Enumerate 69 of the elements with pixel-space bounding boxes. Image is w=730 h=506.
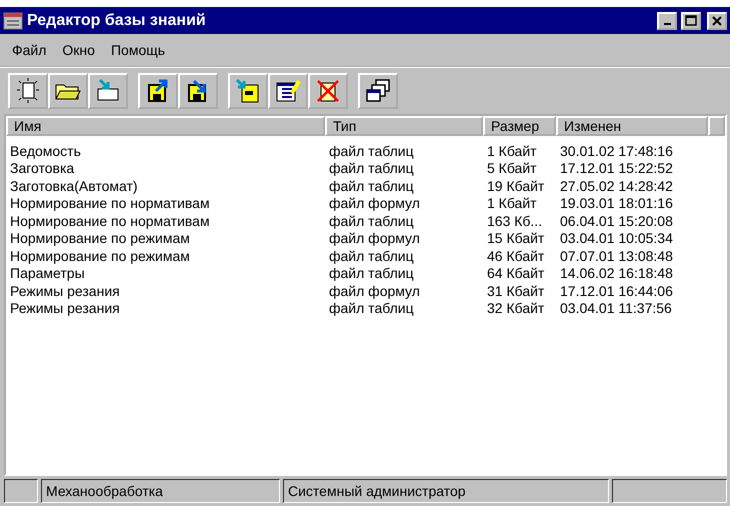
name-cell[interactable]: Заготовка <box>6 160 325 176</box>
status-text: Механообработка <box>41 479 280 503</box>
size-cell-text: 19 Кбайт <box>486 178 546 194</box>
modified-cell-text: 03.04.01 10:05:34 <box>559 230 674 246</box>
type-cell-text: файл таблиц <box>328 248 415 264</box>
column-header[interactable]: Имя <box>6 116 325 136</box>
toolbar-button[interactable] <box>358 73 398 109</box>
status-text: Системный администратор <box>283 479 609 503</box>
name-cell[interactable]: Режимы резания <box>6 282 325 299</box>
modified-cell-text: 19.03.01 18:01:16 <box>559 195 674 212</box>
column-header[interactable]: Изменен <box>556 116 708 136</box>
maximize-icon <box>685 14 697 26</box>
modified-cell-text: 06.04.01 15:20:08 <box>559 212 674 229</box>
maximize-button[interactable] <box>681 12 701 30</box>
type-cell-text: файл таблиц <box>328 212 415 229</box>
toolbar-button[interactable] <box>178 73 218 109</box>
app-icon <box>3 12 23 30</box>
cascade-windows-icon <box>364 77 392 105</box>
size-cell-text: 32 Кбайт <box>486 300 546 316</box>
status-pane <box>4 479 38 503</box>
type-cell-text: файл таблиц <box>328 178 415 194</box>
size-cell-text: 15 Кбайт <box>486 230 546 246</box>
size-cell-text: 31 Кбайт <box>486 282 546 299</box>
window-title: Редактор базы знаний <box>27 12 207 30</box>
size-cell-text: 5 Кбайт <box>486 160 538 176</box>
menu-item[interactable]: Окно <box>54 42 103 58</box>
type-cell-text: файл формул <box>328 230 421 246</box>
size-cell-text: 1 Кбайт <box>486 195 538 212</box>
column-header[interactable]: Размер <box>483 116 556 136</box>
toolbar-button[interactable] <box>88 73 128 109</box>
name-cell[interactable]: Ведомость <box>6 142 325 159</box>
size-cell-text: 46 Кбайт <box>486 248 546 264</box>
toolbar-button[interactable] <box>308 73 348 109</box>
modified-cell-text: 14.06.02 16:18:48 <box>559 265 674 282</box>
name-cell[interactable]: Нормирование по режимам <box>6 230 325 246</box>
size-cell-text: 163 Кб... <box>486 212 544 229</box>
menu-item[interactable]: Помощь <box>102 42 174 58</box>
minimize-icon <box>664 23 670 25</box>
size-cell-text: 1 Кбайт <box>486 142 538 159</box>
modified-cell-text: 30.01.02 17:48:16 <box>559 142 674 159</box>
close-button[interactable] <box>707 12 727 30</box>
name-cell[interactable]: Нормирование по режимам <box>6 248 325 264</box>
type-cell-text: файл формул <box>328 195 421 212</box>
sparkling-page-icon <box>14 77 42 105</box>
close-icon <box>712 16 722 26</box>
name-cell[interactable]: Заготовка(Автомат) <box>6 178 325 194</box>
column-header[interactable]: Тип <box>325 116 483 136</box>
name-cell[interactable]: Нормирование по нормативам <box>6 212 325 229</box>
type-cell-text: файл формул <box>328 282 421 299</box>
toolbar-button[interactable] <box>48 73 88 109</box>
modified-cell-text: 07.07.01 13:08:48 <box>559 248 674 264</box>
modified-cell-text: 27.05.02 14:28:42 <box>559 178 674 194</box>
modified-cell-text: 17.12.01 15:22:52 <box>559 160 674 176</box>
size-cell-text: 64 Кбайт <box>486 265 546 282</box>
toolbar-button[interactable] <box>138 73 178 109</box>
toolbar-button[interactable] <box>228 73 268 109</box>
modified-cell-text: 03.04.01 11:37:56 <box>559 300 673 316</box>
toolbar-button[interactable] <box>268 73 308 109</box>
type-cell-text: файл таблиц <box>328 265 415 282</box>
type-cell-text: файл таблиц <box>328 300 415 316</box>
toolbar-button[interactable] <box>8 73 48 109</box>
minimize-button[interactable] <box>657 12 677 30</box>
name-cell[interactable]: Нормирование по нормативам <box>6 195 325 212</box>
name-cell[interactable]: Параметры <box>6 265 325 282</box>
menu-item[interactable]: Файл <box>4 42 54 58</box>
name-cell[interactable]: Режимы резания <box>6 300 325 316</box>
type-cell-text: файл таблиц <box>328 160 415 176</box>
type-cell-text: файл таблиц <box>328 142 415 159</box>
modified-cell-text: 17.12.01 16:44:06 <box>559 282 674 299</box>
